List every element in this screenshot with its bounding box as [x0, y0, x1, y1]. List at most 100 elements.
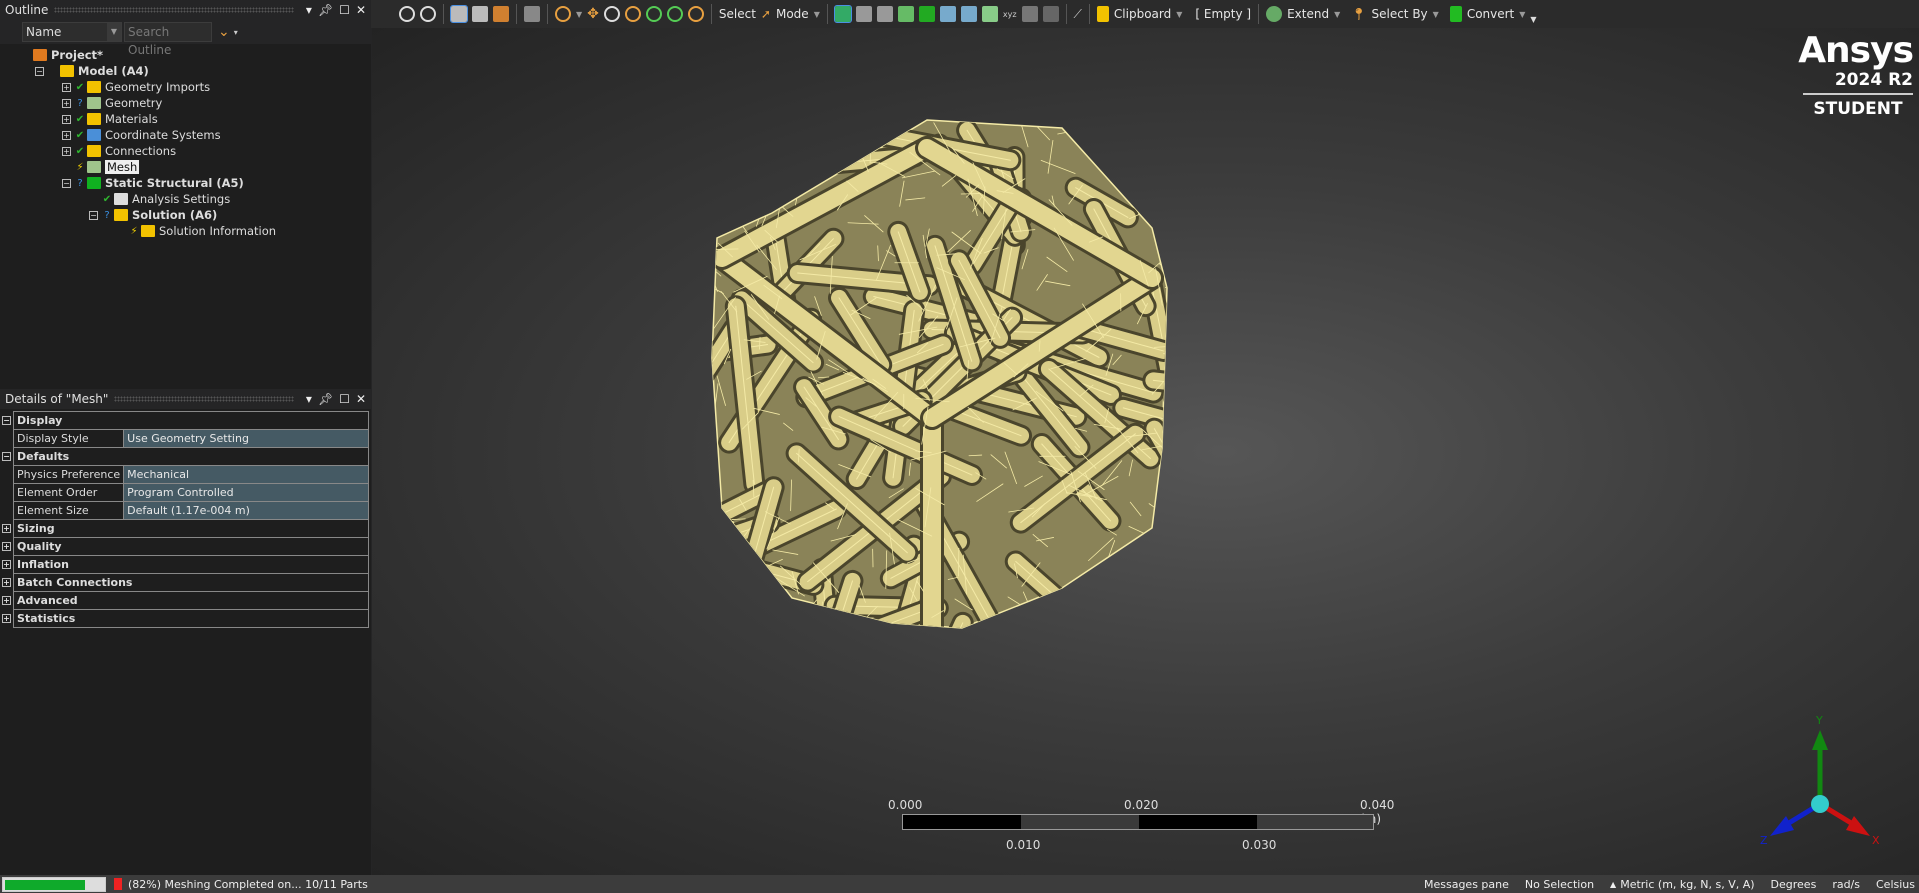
column-select[interactable]: Name ▼ [22, 22, 122, 42]
expand-icon[interactable]: + [62, 114, 71, 124]
maximize-icon[interactable]: ☐ [339, 392, 350, 406]
chart-icon[interactable]: ⟋ [1074, 7, 1082, 22]
annotation-icon[interactable] [1042, 6, 1059, 22]
details-group[interactable]: + Inflation [2, 555, 369, 574]
lattice-mesh-model[interactable] [372, 28, 1919, 875]
collapse-icon[interactable]: − [35, 66, 44, 76]
convert-dropdown-icon[interactable]: ▼ [1519, 10, 1525, 19]
mode-dropdown-icon[interactable]: ▼ [814, 10, 820, 19]
single-select-icon[interactable] [833, 5, 852, 23]
tree-item[interactable]: −? Solution (A6) [0, 207, 371, 223]
expand-icon[interactable]: + [2, 596, 11, 605]
expand-icon[interactable]: + [2, 614, 11, 623]
tree-item[interactable]: + ✔ Coordinate Systems [0, 127, 371, 143]
messages-pane-button[interactable]: Messages pane [1424, 878, 1509, 891]
select-label[interactable]: Select [719, 7, 756, 21]
tree-item[interactable]: + ✔ Materials [0, 111, 371, 127]
collapse-icon[interactable]: − [62, 178, 71, 188]
tree-item[interactable]: + ✔ Connections [0, 143, 371, 159]
temperature-units[interactable]: Celsius [1876, 878, 1915, 891]
zoom-selection-icon[interactable] [666, 6, 683, 22]
expand-icon[interactable]: + [2, 560, 11, 569]
zoom-in-icon[interactable] [420, 6, 436, 22]
expand-icon[interactable]: + [62, 98, 71, 108]
mode-button[interactable]: Mode [776, 7, 809, 21]
details-group[interactable]: − Display [2, 411, 369, 430]
extend-button[interactable]: Extend [1287, 7, 1329, 21]
select-edge-icon[interactable] [876, 6, 893, 22]
clipboard-button[interactable]: Clipboard [1114, 7, 1171, 21]
expand-icon[interactable]: + [2, 524, 11, 533]
zoom-icon[interactable] [603, 6, 620, 22]
tree-item[interactable]: +? Geometry [0, 95, 371, 111]
toolbar-overflow-icon[interactable]: ▼ [1530, 15, 1536, 24]
close-icon[interactable]: ✕ [356, 392, 366, 406]
tree-item[interactable]: −? Static Structural (A5) [0, 175, 371, 191]
pin-icon[interactable]: 📌︎ [318, 3, 333, 17]
rotate-icon[interactable] [555, 6, 571, 22]
units-button[interactable]: Metric (m, kg, N, s, V, A) [1620, 878, 1754, 891]
tree-item[interactable]: ✔ Analysis Settings [0, 191, 371, 207]
select-element-icon[interactable] [981, 6, 998, 22]
collapse-icon[interactable]: − [89, 210, 98, 220]
shaded-view-icon[interactable] [450, 5, 468, 23]
convert-button[interactable]: Convert [1467, 7, 1514, 21]
node-id-icon[interactable] [1021, 6, 1038, 22]
select-element-face-icon[interactable] [960, 6, 977, 22]
graphics-viewport[interactable]: Ansys 2024 R2 STUDENT 0.000 0.020 0.040 … [372, 28, 1919, 875]
tree-item[interactable]: + ✔ Geometry Imports [0, 79, 371, 95]
details-row[interactable]: Element Size Default (1.17e-004 m) [12, 501, 369, 520]
select-vertex-icon[interactable] [855, 6, 872, 22]
property-value[interactable]: Program Controlled [123, 483, 369, 502]
axis-triad[interactable]: Y Z X [1732, 668, 1912, 848]
expand-icon[interactable]: + [2, 578, 11, 587]
box-zoom-icon[interactable] [624, 6, 641, 22]
details-group[interactable]: + Advanced [2, 591, 369, 610]
coordinate-icon[interactable]: xyz [1003, 10, 1017, 19]
details-group[interactable]: + Statistics [2, 609, 369, 628]
details-group[interactable]: + Quality [2, 537, 369, 556]
pan-icon[interactable]: ✥ [587, 6, 599, 22]
details-group[interactable]: + Sizing [2, 519, 369, 538]
wireframe-view-icon[interactable] [472, 6, 488, 22]
select-body-icon[interactable] [918, 6, 935, 22]
tree-item[interactable]: − Model (A4) [0, 63, 371, 79]
drag-handle[interactable] [54, 7, 294, 13]
filter-chevron-icon[interactable]: ⌄ [218, 24, 230, 40]
zoom-fit-icon[interactable] [645, 6, 662, 22]
collapse-icon[interactable]: − [2, 452, 11, 461]
select-by-button[interactable]: Select By [1371, 7, 1427, 21]
property-value[interactable]: Default (1.17e-004 m) [123, 501, 369, 520]
triad-origin[interactable] [1811, 795, 1829, 813]
details-row[interactable]: Physics Preference Mechanical [12, 465, 369, 484]
details-group[interactable]: + Batch Connections [2, 573, 369, 592]
more-options-icon[interactable]: ▾ [234, 28, 238, 37]
select-face-icon[interactable] [897, 6, 914, 22]
select-node-icon[interactable] [939, 6, 956, 22]
tree-item[interactable]: ⚡︎ Solution Information [0, 223, 371, 239]
search-outline-input[interactable]: Search Outline [124, 22, 212, 57]
extend-dropdown-icon[interactable]: ▼ [1334, 10, 1340, 19]
dropdown-icon[interactable]: ▾ [306, 3, 312, 17]
property-value[interactable]: Mechanical [123, 465, 369, 484]
section-icon[interactable] [493, 6, 509, 22]
angle-units[interactable]: Degrees [1771, 878, 1817, 891]
details-row[interactable]: Element Order Program Controlled [12, 483, 369, 502]
rotate-dropdown-icon[interactable]: ▼ [576, 10, 582, 19]
zoom-out-icon[interactable] [399, 6, 415, 22]
clipboard-dropdown-icon[interactable]: ▼ [1176, 10, 1182, 19]
expand-icon[interactable]: + [62, 82, 71, 92]
property-value[interactable]: Use Geometry Setting [123, 429, 369, 448]
copy-icon[interactable] [524, 6, 540, 22]
expand-icon[interactable]: + [62, 130, 71, 140]
details-row[interactable]: Display Style Use Geometry Setting [12, 429, 369, 448]
collapse-icon[interactable]: − [2, 416, 11, 425]
tree-item[interactable]: Project* [0, 47, 371, 63]
drag-handle[interactable] [114, 396, 294, 402]
magnifier-icon[interactable] [687, 6, 704, 22]
details-group[interactable]: − Defaults [2, 447, 369, 466]
expand-icon[interactable]: + [2, 542, 11, 551]
units-up-icon[interactable]: ▲ [1610, 880, 1616, 889]
tree-item[interactable]: ⚡︎ Mesh [0, 159, 371, 175]
maximize-icon[interactable]: ☐ [339, 3, 350, 17]
